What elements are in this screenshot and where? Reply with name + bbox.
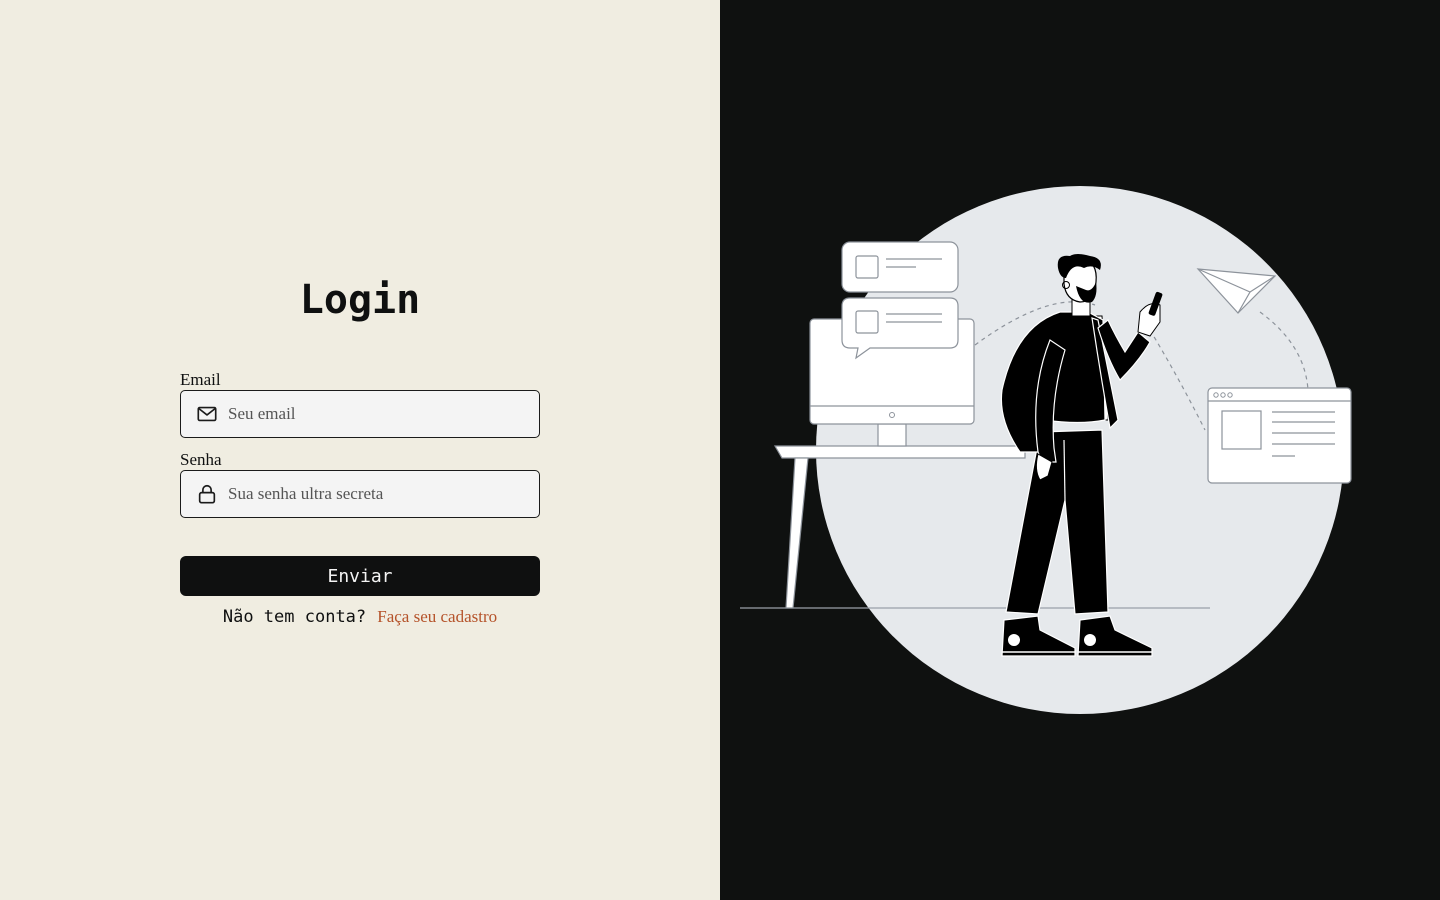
email-label: Email: [180, 370, 221, 389]
password-label: Senha: [180, 450, 222, 469]
password-input[interactable]: [228, 474, 518, 514]
lock-icon: [196, 483, 218, 505]
desk-leg: [785, 457, 809, 609]
email-field-container[interactable]: [180, 390, 540, 438]
password-field-container[interactable]: [180, 470, 540, 518]
page-title: Login: [299, 277, 421, 323]
mail-icon: [196, 403, 218, 425]
monitor-stand: [877, 423, 907, 447]
signup-prompt: Não tem conta?: [222, 607, 367, 627]
signup-row: Não tem conta? Faça seu cadastro: [0, 606, 720, 628]
email-input[interactable]: [228, 394, 518, 434]
browser-window: [1207, 387, 1352, 484]
submit-button[interactable]: Enviar: [180, 556, 540, 596]
desk-top: [773, 445, 1026, 459]
illustration-panel: [720, 0, 1440, 900]
man-with-phone-illustration: [740, 186, 1352, 714]
signup-link[interactable]: Faça seu cadastro: [377, 607, 497, 626]
login-panel: Login Email Senha Enviar Não tem conta? …: [0, 0, 720, 900]
